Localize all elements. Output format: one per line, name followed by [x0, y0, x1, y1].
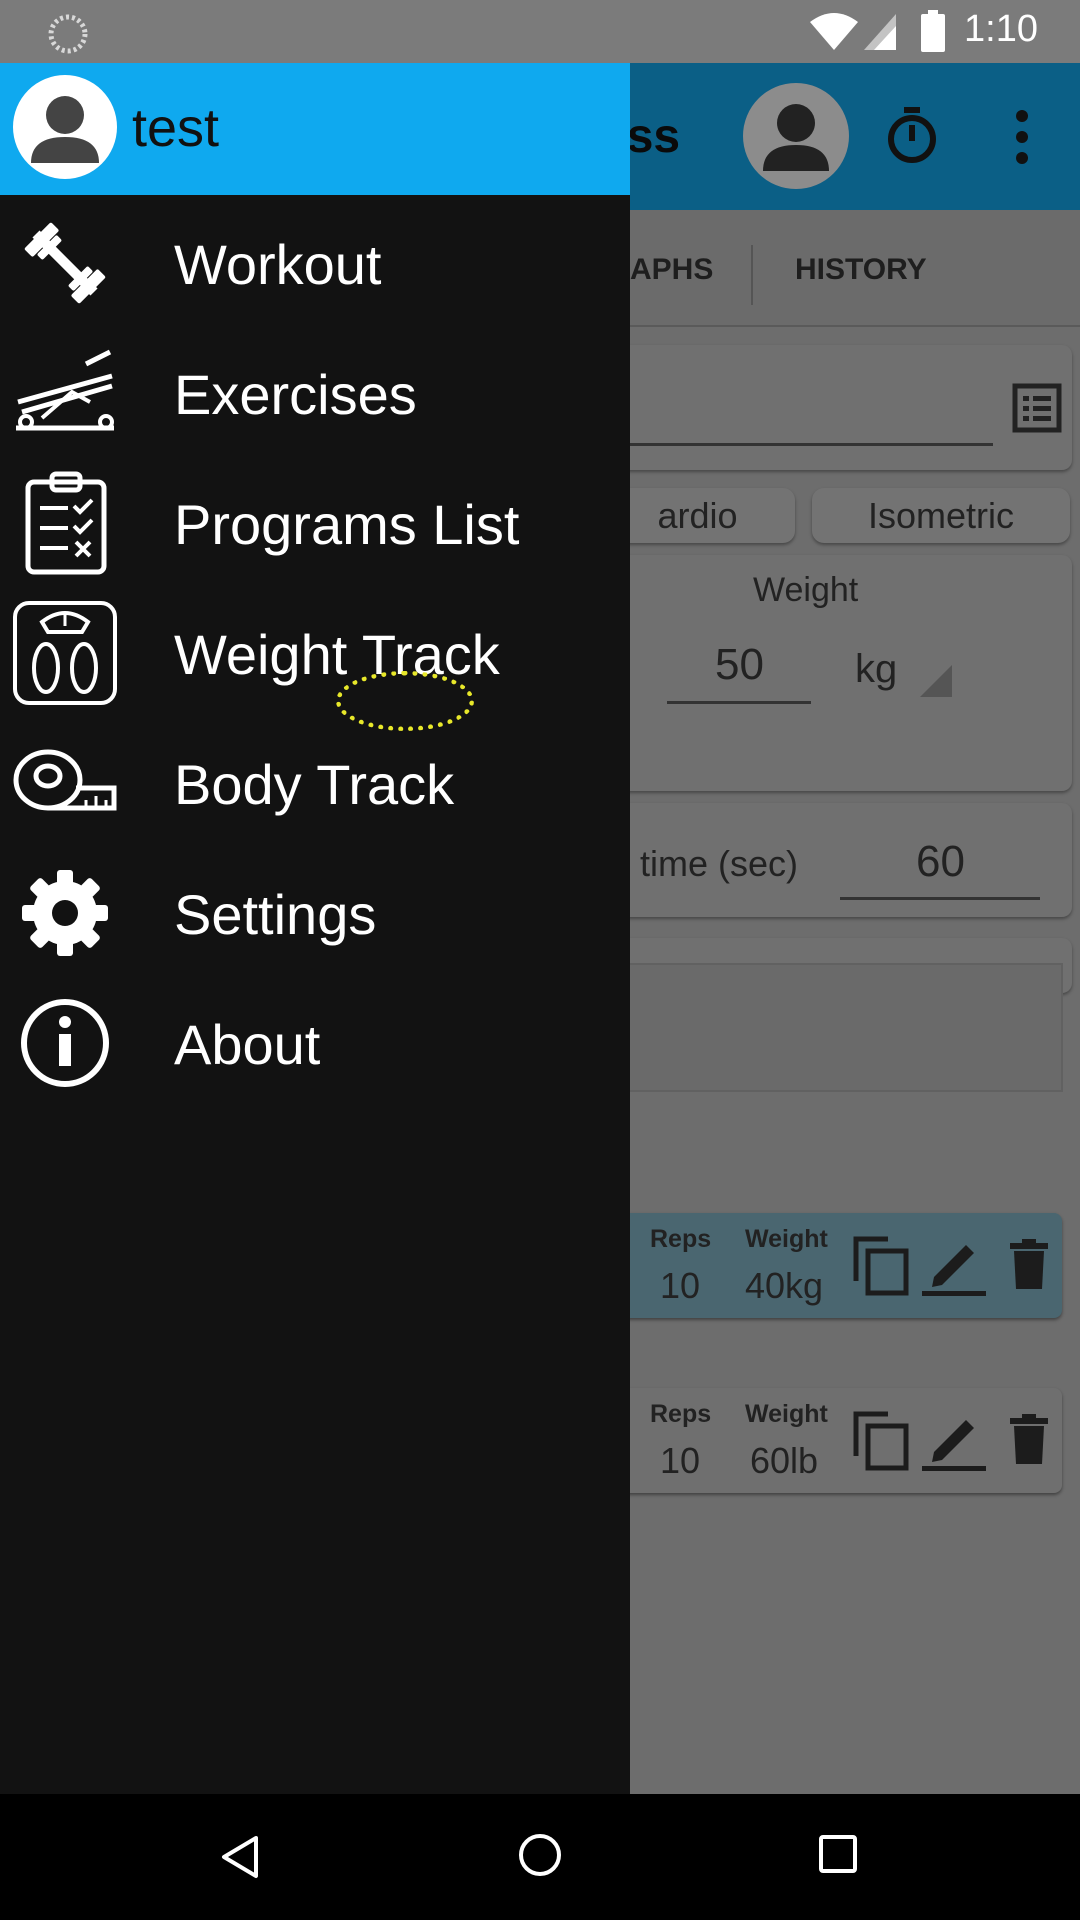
- leg-press-icon: [16, 349, 114, 431]
- dumbbell-icon: [24, 222, 106, 304]
- avatar[interactable]: [13, 75, 117, 179]
- menu-item-settings[interactable]: Settings: [0, 848, 630, 978]
- clipboard-checklist-icon: [25, 471, 107, 575]
- menu-item-label: About: [174, 1013, 321, 1076]
- home-icon[interactable]: [517, 1832, 563, 1878]
- menu-item-label: Settings: [174, 883, 377, 946]
- status-bar: 1:10: [0, 0, 1080, 63]
- dropdown-triangle-icon: [920, 665, 952, 697]
- menu-item-label: Workout: [174, 233, 382, 296]
- overflow-menu-icon[interactable]: [1010, 107, 1034, 167]
- menu-item-exercises[interactable]: Exercises: [0, 328, 630, 458]
- edit-icon[interactable]: [922, 1233, 986, 1297]
- wifi-icon: [810, 13, 858, 50]
- weight-card: Weight 50 kg: [600, 555, 1072, 791]
- menu-item-about[interactable]: About: [0, 978, 630, 1108]
- exercise-name-card: [600, 345, 1072, 470]
- navigation-drawer: test Workout Exercises Programs List Wei…: [0, 63, 630, 1794]
- copy-icon[interactable]: [852, 1235, 910, 1297]
- menu-item-body-track[interactable]: Body Track: [0, 718, 630, 848]
- chip-isometric[interactable]: Isometric: [812, 488, 1070, 543]
- weight-value[interactable]: 50: [715, 640, 764, 690]
- clock: 1:10: [964, 8, 1038, 50]
- menu-item-programs-list[interactable]: Programs List: [0, 458, 630, 588]
- rest-time-underline: [840, 897, 1040, 900]
- system-navigation-bar: [0, 1794, 1080, 1920]
- touch-indicator: [336, 671, 474, 731]
- copy-icon[interactable]: [852, 1410, 910, 1472]
- unit-select[interactable]: kg: [855, 647, 897, 692]
- info-icon: [21, 999, 109, 1087]
- user-name: test: [132, 98, 220, 158]
- tab-history[interactable]: HISTORY: [795, 253, 927, 287]
- weight-label: Weight: [753, 571, 859, 609]
- menu-item-label: Exercises: [174, 363, 417, 426]
- loading-icon: [48, 14, 88, 54]
- tab-divider: [751, 245, 753, 305]
- rest-time-value[interactable]: 60: [916, 837, 965, 887]
- menu-item-weight-track[interactable]: Weight Track: [0, 588, 630, 718]
- tab-graphs[interactable]: APHS: [630, 253, 713, 287]
- delete-icon[interactable]: [1010, 1239, 1048, 1289]
- menu-item-label: Programs List: [174, 493, 520, 556]
- notes-area[interactable]: [615, 963, 1063, 1092]
- rest-time-label: time (sec): [640, 843, 799, 884]
- menu-item-label: Weight Track: [174, 623, 500, 686]
- gear-icon: [22, 870, 108, 956]
- battery-icon: [921, 10, 945, 52]
- rest-time-card: time (sec) 60: [600, 803, 1072, 917]
- avatar[interactable]: [743, 83, 849, 189]
- set-row[interactable]: Reps Weight 10 60lb: [600, 1388, 1062, 1493]
- timer-icon[interactable]: [885, 105, 939, 165]
- exercise-name-field[interactable]: [600, 443, 993, 446]
- scale-icon: [13, 601, 117, 705]
- menu-item-label: Body Track: [174, 753, 455, 816]
- edit-icon[interactable]: [922, 1408, 986, 1472]
- tape-measure-icon: [13, 749, 117, 811]
- signal-icon: [864, 14, 896, 50]
- set-row[interactable]: Reps Weight 10 40kg: [600, 1213, 1062, 1318]
- menu-item-workout[interactable]: Workout: [0, 198, 630, 328]
- list-icon[interactable]: [1012, 383, 1062, 433]
- recents-icon[interactable]: [818, 1834, 858, 1874]
- delete-icon[interactable]: [1010, 1414, 1048, 1464]
- weight-field-underline: [667, 701, 811, 704]
- drawer-header: test: [0, 63, 630, 195]
- back-icon[interactable]: [218, 1834, 264, 1880]
